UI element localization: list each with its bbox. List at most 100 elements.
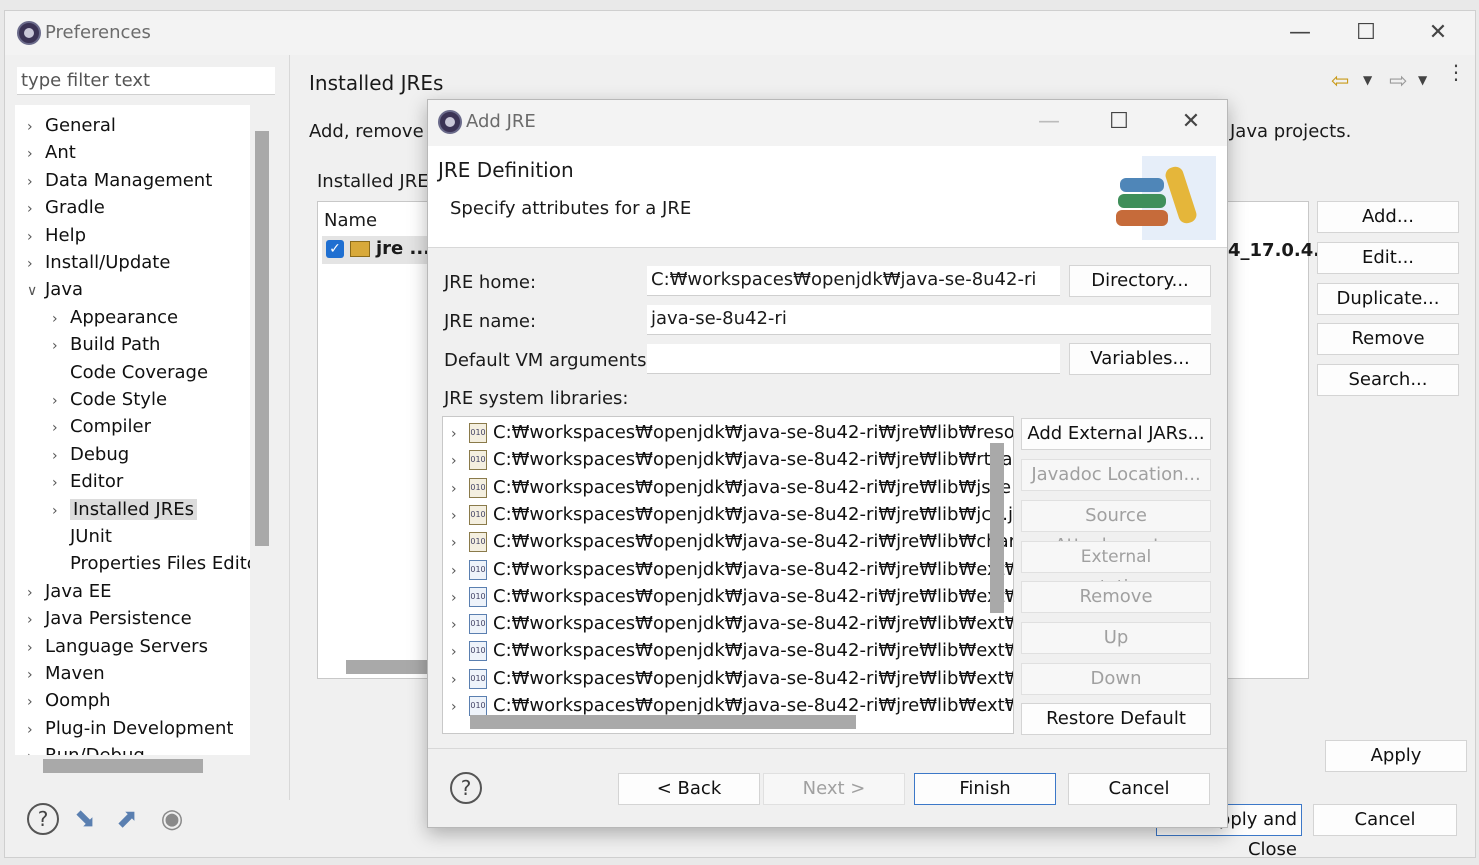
tree-vertical-scrollbar[interactable] xyxy=(255,131,269,546)
vm-args-input[interactable] xyxy=(647,344,1060,374)
minimize-icon[interactable]: — xyxy=(1285,19,1315,47)
library-row[interactable]: › 010 C:₩workspaces₩openjdk₩java-se-8u42-r… xyxy=(451,637,1013,666)
close-icon[interactable]: ✕ xyxy=(1423,19,1453,47)
search-button[interactable]: Search... xyxy=(1317,364,1459,396)
tree-item[interactable]: › Oomph xyxy=(27,688,111,714)
chevron-right-icon[interactable]: › xyxy=(451,530,469,557)
filter-input[interactable]: type filter text xyxy=(17,67,275,95)
record-icon[interactable]: ◉ xyxy=(156,803,188,835)
chevron-right-icon[interactable]: › xyxy=(451,421,469,448)
chevron-down-icon[interactable]: ∨ xyxy=(27,278,45,304)
chevron-right-icon[interactable]: › xyxy=(27,114,45,140)
tree-item[interactable]: ›Run/Debug xyxy=(27,743,145,755)
chevron-right-icon[interactable]: › xyxy=(451,694,469,721)
tree-item[interactable]: JUnit xyxy=(52,524,112,550)
source-attachment-button[interactable]: Source Attachment... xyxy=(1021,500,1211,556)
tree-item[interactable]: › Appearance xyxy=(52,305,178,331)
libraries-horizontal-scrollbar[interactable] xyxy=(470,715,856,729)
chevron-right-icon[interactable]: › xyxy=(52,443,70,469)
more-options-icon[interactable]: ⋮ xyxy=(1446,62,1466,82)
chevron-right-icon[interactable]: › xyxy=(27,662,45,688)
chevron-right-icon[interactable]: › xyxy=(52,498,70,524)
up-button[interactable]: Up xyxy=(1021,622,1211,654)
tree-item[interactable]: › Plug-in Development xyxy=(27,716,234,742)
chevron-right-icon[interactable]: › xyxy=(451,612,469,639)
add-button[interactable]: Add... xyxy=(1317,201,1459,233)
down-button[interactable]: Down xyxy=(1021,663,1211,695)
export-icon[interactable]: ⬈ xyxy=(111,803,143,835)
tree-item[interactable]: › Editor xyxy=(52,469,123,495)
system-libraries-tree[interactable]: › 010 C:₩workspaces₩openjdk₩java-se-8u42-r… xyxy=(442,416,1014,734)
tree-item[interactable]: › Gradle xyxy=(27,195,105,221)
close-icon[interactable]: ✕ xyxy=(1176,108,1206,136)
chevron-right-icon[interactable]: › xyxy=(27,224,45,250)
chevron-right-icon[interactable]: › xyxy=(451,639,469,666)
chevron-right-icon[interactable]: › xyxy=(27,196,45,222)
forward-nav-icon[interactable]: ⇨ xyxy=(1389,69,1407,94)
tree-item[interactable]: › Debug xyxy=(52,442,129,468)
maximize-icon[interactable]: ☐ xyxy=(1104,108,1134,136)
directory-button[interactable]: Directory... xyxy=(1069,265,1211,297)
sash[interactable] xyxy=(289,55,290,800)
chevron-right-icon[interactable]: › xyxy=(27,169,45,195)
tree-item[interactable]: › Help xyxy=(27,223,86,249)
tree-item[interactable]: › Code Style xyxy=(52,387,167,413)
chevron-right-icon[interactable]: › xyxy=(27,744,45,755)
chevron-right-icon[interactable]: › xyxy=(52,470,70,496)
chevron-right-icon[interactable]: › xyxy=(451,667,469,694)
chevron-right-icon[interactable]: › xyxy=(52,306,70,332)
library-row[interactable]: › 010 C:₩workspaces₩openjdk₩java-se-8u42-r… xyxy=(451,474,1013,503)
import-icon[interactable]: ⬊ xyxy=(69,803,101,835)
library-row[interactable]: › 010 C:₩workspaces₩openjdk₩java-se-8u42-r… xyxy=(451,556,1013,585)
table-row[interactable]: ✓ jre ... xyxy=(322,236,432,264)
tree-item[interactable]: › Java EE xyxy=(27,579,112,605)
preferences-tree[interactable]: › General › Ant › Data Management › Gradle › Help… xyxy=(15,105,250,755)
jre-home-input[interactable]: C:₩workspaces₩openjdk₩java-se-8u42-ri xyxy=(647,266,1060,296)
chevron-right-icon[interactable]: › xyxy=(52,333,70,359)
javadoc-location-button[interactable]: Javadoc Location... xyxy=(1021,459,1211,491)
chevron-down-icon[interactable]: ▼ xyxy=(1418,73,1427,87)
library-row[interactable]: › 010 C:₩workspaces₩openjdk₩java-se-8u42-r… xyxy=(451,583,1013,612)
library-row[interactable]: › 010 C:₩workspaces₩openjdk₩java-se-8u42-r… xyxy=(451,610,1013,639)
tree-item[interactable]: › Installed JREs xyxy=(52,497,197,523)
chevron-right-icon[interactable]: › xyxy=(451,503,469,530)
tree-item[interactable]: › Data Management xyxy=(27,168,212,194)
apply-button[interactable]: Apply xyxy=(1325,740,1467,772)
remove-library-button[interactable]: Remove xyxy=(1021,581,1211,613)
tree-item[interactable]: Properties Files Editor xyxy=(52,551,250,577)
chevron-right-icon[interactable]: › xyxy=(451,558,469,585)
cancel-button[interactable]: Cancel xyxy=(1313,804,1457,836)
library-row[interactable]: › 010 C:₩workspaces₩openjdk₩java-se-8u42-r… xyxy=(451,665,1013,694)
tree-item[interactable]: › Maven xyxy=(27,661,105,687)
back-nav-icon[interactable]: ⇦ xyxy=(1331,69,1349,94)
tree-item[interactable]: › Java Persistence xyxy=(27,606,192,632)
tree-item[interactable]: ∨ Java xyxy=(27,277,83,303)
chevron-right-icon[interactable]: › xyxy=(451,476,469,503)
chevron-right-icon[interactable]: › xyxy=(451,585,469,612)
chevron-right-icon[interactable]: › xyxy=(27,717,45,743)
chevron-right-icon[interactable]: › xyxy=(27,689,45,715)
restore-default-button[interactable]: Restore Default xyxy=(1021,703,1211,735)
edit-button[interactable]: Edit... xyxy=(1317,242,1459,274)
chevron-right-icon[interactable]: › xyxy=(52,415,70,441)
chevron-right-icon[interactable]: › xyxy=(27,141,45,167)
remove-button[interactable]: Remove xyxy=(1317,323,1459,355)
cancel-button[interactable]: Cancel xyxy=(1068,773,1210,805)
help-icon[interactable]: ? xyxy=(27,803,59,835)
chevron-down-icon[interactable]: ▼ xyxy=(1363,73,1372,87)
chevron-right-icon[interactable]: › xyxy=(52,388,70,414)
external-annotations-button[interactable]: External annotations... xyxy=(1021,541,1211,597)
duplicate-button[interactable]: Duplicate... xyxy=(1317,283,1459,315)
tree-item[interactable]: › Ant xyxy=(27,140,76,166)
tree-item[interactable]: › Build Path xyxy=(52,332,160,358)
checkbox-checked-icon[interactable]: ✓ xyxy=(326,240,344,258)
jre-name-input[interactable]: java-se-8u42-ri xyxy=(647,305,1211,335)
tree-item[interactable]: Code Coverage xyxy=(52,360,208,386)
library-row[interactable]: › 010 C:₩workspaces₩openjdk₩java-se-8u42-r… xyxy=(451,501,1013,530)
maximize-icon[interactable]: ☐ xyxy=(1351,19,1381,47)
chevron-right-icon[interactable]: › xyxy=(27,607,45,633)
chevron-right-icon[interactable]: › xyxy=(451,448,469,475)
table-horizontal-scrollbar[interactable] xyxy=(346,660,436,674)
add-external-jars-button[interactable]: Add External JARs... xyxy=(1021,418,1211,450)
chevron-right-icon[interactable]: › xyxy=(27,635,45,661)
